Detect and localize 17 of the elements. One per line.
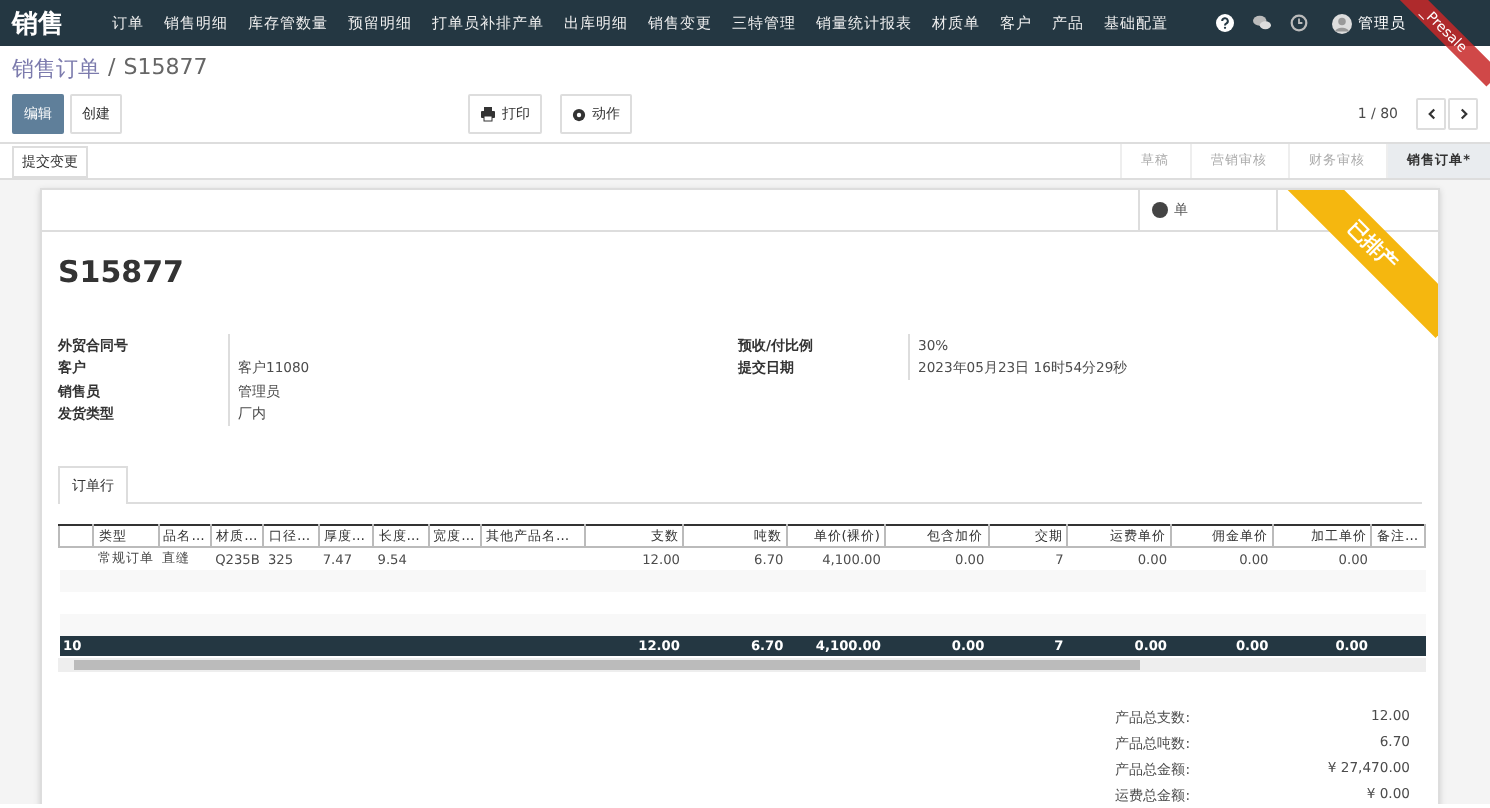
breadcrumb-current: S15877 (123, 54, 208, 84)
clock-icon (1290, 14, 1308, 32)
scrollbar-thumb[interactable] (74, 660, 1140, 670)
chevron-left-icon (1425, 106, 1437, 122)
gear-icon (572, 107, 586, 121)
help-icon (1216, 14, 1234, 32)
chat-icon (1252, 14, 1272, 32)
avatar-icon (1332, 13, 1352, 33)
next-button[interactable] (1448, 98, 1478, 130)
breadcrumb-link[interactable]: 销售订单 (12, 54, 100, 84)
app-title[interactable]: 销售 (12, 5, 64, 41)
breadcrumb-separator: / (108, 54, 116, 84)
printer-icon (480, 106, 496, 122)
chevron-right-icon (1457, 106, 1469, 122)
horizontal-scrollbar[interactable] (58, 658, 1426, 672)
previous-button[interactable] (1416, 98, 1446, 130)
record-title: S15877 (58, 254, 184, 290)
